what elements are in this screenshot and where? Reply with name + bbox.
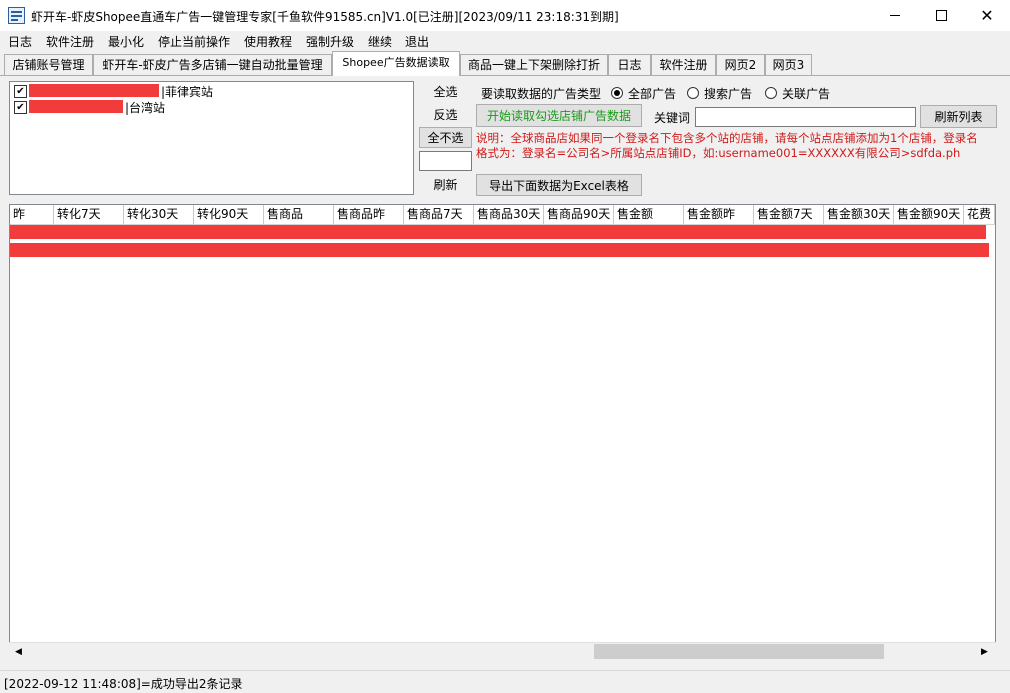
- tab-product-listing[interactable]: 商品一键上下架删除打折: [460, 54, 608, 75]
- store-site-label: |台湾站: [125, 101, 166, 115]
- horizontal-scrollbar[interactable]: ◀ ▶: [9, 642, 996, 660]
- export-excel-button[interactable]: 导出下面数据为Excel表格: [476, 174, 642, 196]
- menu-item-log[interactable]: 日志: [8, 33, 32, 50]
- radio-label: 搜索广告: [704, 87, 753, 101]
- close-button[interactable]: ✕: [964, 0, 1010, 31]
- column-header[interactable]: 售金额7天: [754, 205, 824, 224]
- store-checkbox[interactable]: ✔: [14, 85, 27, 98]
- maximize-icon: [935, 10, 947, 21]
- close-icon: ✕: [980, 5, 994, 25]
- minimize-icon: [890, 15, 900, 16]
- radio-related-ads[interactable]: 关联广告: [765, 85, 830, 102]
- radio-all-ads[interactable]: 全部广告: [611, 85, 676, 102]
- scroll-right-icon[interactable]: ▶: [976, 644, 993, 660]
- column-header[interactable]: 售金额30天: [824, 205, 894, 224]
- keyword-input[interactable]: [695, 107, 916, 127]
- radio-dot: [611, 87, 623, 99]
- table-row[interactable]: [10, 225, 986, 239]
- radio-label: 全部广告: [628, 87, 677, 101]
- scroll-thumb[interactable]: [594, 644, 884, 659]
- status-text: [2022-09-12 11:48:08]=成功导出2条记录: [4, 677, 243, 691]
- ad-type-label: 要读取数据的广告类型: [481, 87, 602, 101]
- radio-search-ads[interactable]: 搜索广告: [687, 85, 752, 102]
- column-header[interactable]: 售金额: [614, 205, 684, 224]
- keyword-label: 关键词: [654, 111, 691, 125]
- refresh-list-button[interactable]: 刷新列表: [920, 105, 997, 128]
- minimize-button[interactable]: [872, 0, 918, 31]
- title-bar: 虾开车-虾皮Shopee直通车广告一键管理专家[千鱼软件91585.cn]V1.…: [0, 0, 1010, 31]
- redacted-store-name: [29, 100, 123, 113]
- radio-dot: [765, 87, 777, 99]
- column-header[interactable]: 售金额90天: [894, 205, 964, 224]
- tab-ad-data-read[interactable]: Shopee广告数据读取: [332, 51, 460, 76]
- tab-log[interactable]: 日志: [608, 54, 651, 75]
- table-row[interactable]: [10, 243, 989, 257]
- tab-divider: [0, 75, 1010, 76]
- tab-store-accounts[interactable]: 店铺账号管理: [4, 54, 93, 75]
- select-all-button[interactable]: 全选: [419, 81, 472, 102]
- column-header[interactable]: 转化7天: [54, 205, 124, 224]
- count-input[interactable]: [419, 151, 472, 171]
- menu-item-continue[interactable]: 继续: [368, 33, 392, 50]
- maximize-button[interactable]: [918, 0, 964, 31]
- column-header[interactable]: 售商品7天: [404, 205, 474, 224]
- menu-item-tutorial[interactable]: 使用教程: [244, 33, 292, 50]
- tab-web3[interactable]: 网页3: [765, 54, 812, 75]
- column-header[interactable]: 售商品昨: [334, 205, 404, 224]
- column-header[interactable]: 转化30天: [124, 205, 194, 224]
- scroll-left-icon[interactable]: ◀: [10, 644, 27, 660]
- radio-label: 关联广告: [782, 87, 831, 101]
- menu-item-stop[interactable]: 停止当前操作: [158, 33, 230, 50]
- column-header[interactable]: 售商品30天: [474, 205, 544, 224]
- column-header[interactable]: 转化90天: [194, 205, 264, 224]
- column-header[interactable]: 售商品90天: [544, 205, 614, 224]
- status-bar: [2022-09-12 11:48:08]=成功导出2条记录: [0, 670, 1010, 693]
- refresh-button[interactable]: 刷新: [419, 174, 472, 195]
- redacted-store-name: [29, 84, 159, 97]
- radio-dot: [687, 87, 699, 99]
- store-item[interactable]: ✔ |菲律宾站: [12, 83, 402, 99]
- select-none-button[interactable]: 全不选: [419, 127, 472, 148]
- app-icon: [8, 7, 25, 24]
- menu-bar: 日志 软件注册 最小化 停止当前操作 使用教程 强制升级 继续 退出: [0, 31, 1010, 51]
- column-header[interactable]: 花费: [964, 205, 995, 224]
- store-item[interactable]: ✔ |台湾站: [12, 99, 402, 115]
- store-list[interactable]: ✔ |菲律宾站 ✔ |台湾站: [9, 81, 414, 195]
- column-header[interactable]: 售金额昨: [684, 205, 754, 224]
- store-checkbox[interactable]: ✔: [14, 101, 27, 114]
- tab-strip: 店铺账号管理 虾开车-虾皮广告多店铺一键自动批量管理 Shopee广告数据读取 …: [0, 51, 1010, 76]
- column-header[interactable]: 售商品: [264, 205, 334, 224]
- tab-batch-ad-management[interactable]: 虾开车-虾皮广告多店铺一键自动批量管理: [93, 54, 332, 75]
- menu-item-register[interactable]: 软件注册: [46, 33, 94, 50]
- tab-register[interactable]: 软件注册: [651, 54, 716, 75]
- grid-header: 昨 转化7天 转化30天 转化90天 售商品 售商品昨 售商品7天 售商品30天…: [10, 205, 995, 225]
- tab-web2[interactable]: 网页2: [716, 54, 765, 75]
- store-site-label: |菲律宾站: [161, 85, 214, 99]
- menu-item-force-upgrade[interactable]: 强制升级: [306, 33, 354, 50]
- data-grid[interactable]: 昨 转化7天 转化30天 转化90天 售商品 售商品昨 售商品7天 售商品30天…: [9, 204, 996, 660]
- window-title: 虾开车-虾皮Shopee直通车广告一键管理专家[千鱼软件91585.cn]V1.…: [31, 10, 619, 24]
- start-read-button[interactable]: 开始读取勾选店铺广告数据: [476, 104, 642, 127]
- menu-item-exit[interactable]: 退出: [405, 33, 429, 50]
- instruction-note: 说明：全球商品店如果同一个登录名下包含多个站的店铺，请每个站点店铺添加为1个店铺…: [476, 131, 978, 160]
- menu-item-minimize[interactable]: 最小化: [108, 33, 144, 50]
- invert-selection-button[interactable]: 反选: [419, 104, 472, 125]
- column-header[interactable]: 昨: [10, 205, 54, 224]
